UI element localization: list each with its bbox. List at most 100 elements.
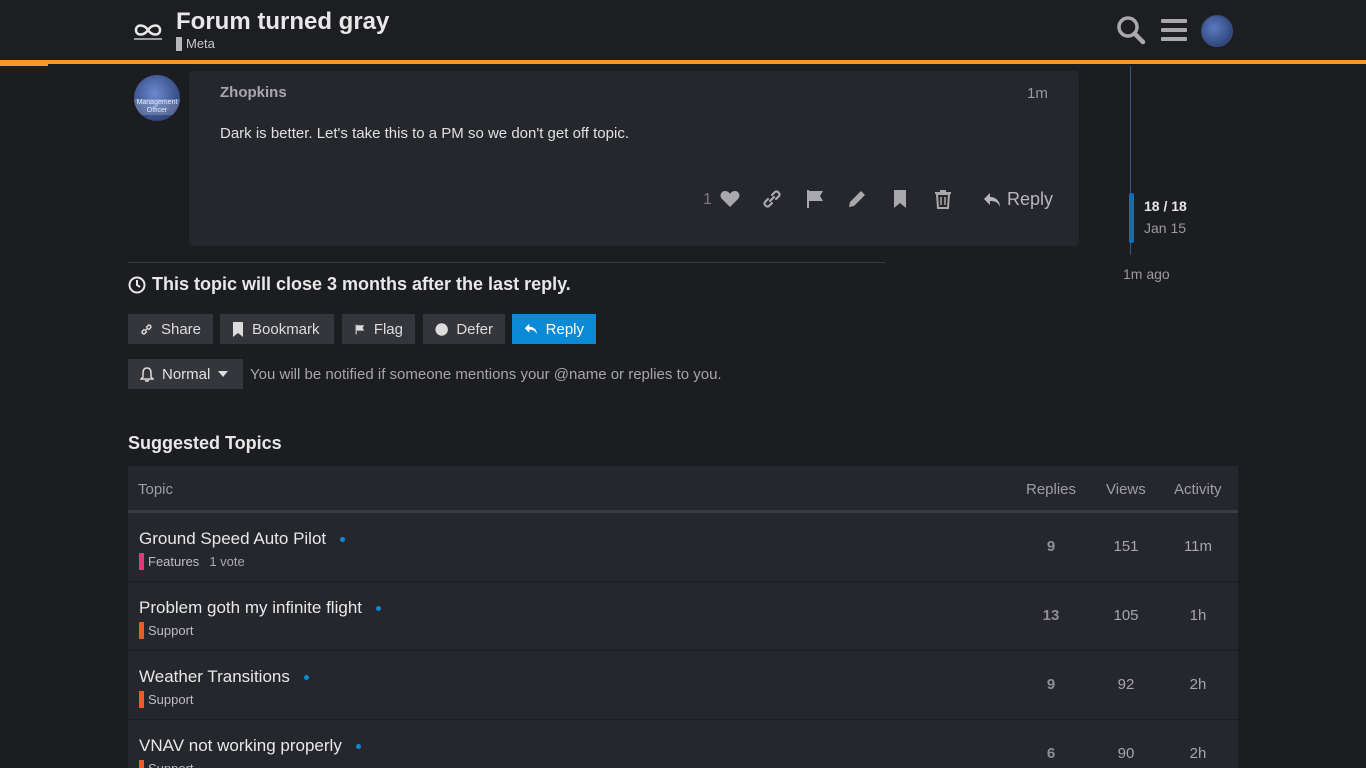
heart-icon[interactable]: [719, 188, 741, 210]
notification-level-label: Normal: [162, 365, 211, 383]
category-color-swatch: [139, 760, 144, 768]
topic-activity[interactable]: 2h: [1168, 745, 1228, 762]
column-activity: Activity: [1174, 481, 1222, 498]
column-views: Views: [1106, 481, 1146, 498]
timeline-handle[interactable]: [1129, 193, 1134, 243]
topic-activity[interactable]: 1h: [1168, 607, 1228, 624]
topic-votes: 1 vote: [209, 554, 245, 569]
unread-dot-icon: [355, 743, 361, 749]
notification-level-dropdown[interactable]: Normal: [128, 359, 243, 389]
share-button[interactable]: Share: [128, 314, 213, 344]
search-icon[interactable]: [1115, 14, 1147, 46]
header-progress-bar: [0, 60, 1366, 66]
defer-label: Defer: [456, 320, 493, 338]
topic-title[interactable]: Forum turned gray: [176, 8, 389, 36]
topic-link[interactable]: Ground Speed Auto Pilot: [139, 529, 346, 549]
notification-description: You will be notified if someone mentions…: [250, 366, 722, 383]
topic-views: 105: [1113, 607, 1139, 624]
post-card: [189, 71, 1079, 246]
category-color-swatch: [139, 691, 144, 708]
topic-link[interactable]: Weather Transitions: [139, 667, 309, 687]
table-row[interactable]: Weather Transitions Support 9 92 2h: [128, 651, 1238, 720]
topic-link[interactable]: VNAV not working properly: [139, 736, 361, 756]
bell-icon: [140, 366, 154, 382]
like-count[interactable]: 1: [703, 191, 712, 209]
clock-icon: [128, 276, 146, 293]
topic-views: 92: [1117, 676, 1135, 693]
bookmark-icon: [233, 321, 243, 337]
circle-icon: [435, 322, 448, 336]
topic-replies: 9: [1046, 676, 1056, 693]
table-row[interactable]: Problem goth my infinite flight Support …: [128, 582, 1238, 651]
topic-views: 151: [1113, 538, 1139, 555]
post-reply-button[interactable]: Reply: [983, 189, 1053, 210]
category-label: Meta: [186, 36, 215, 51]
column-replies: Replies: [1026, 481, 1077, 498]
timeline-count: 18 / 18: [1144, 198, 1187, 214]
defer-button[interactable]: Defer: [423, 314, 505, 344]
topic-category-label: Support: [148, 692, 194, 707]
category-color-swatch: [139, 553, 144, 570]
hamburger-menu-icon[interactable]: [1158, 14, 1190, 46]
timeline-date: Jan 15: [1144, 220, 1187, 236]
reply-icon: [524, 323, 537, 335]
category-color-swatch: [176, 36, 182, 51]
flag-label: Flag: [373, 320, 403, 338]
topic-category[interactable]: Support: [139, 691, 204, 708]
reply-label: Reply: [545, 320, 584, 338]
topic-close-text: This topic will close 3 months after the…: [152, 274, 571, 294]
site-logo[interactable]: [128, 12, 168, 48]
topic-category-label: Support: [148, 761, 194, 768]
topic-activity[interactable]: 2h: [1168, 676, 1228, 693]
topic-title-text: VNAV not working properly: [139, 736, 342, 755]
unread-dot-icon: [340, 536, 346, 542]
suggested-topics-table: Topic Replies Views Activity Ground Spee…: [128, 466, 1238, 768]
timeline-last-activity[interactable]: 1m ago: [1123, 266, 1170, 282]
share-label: Share: [160, 320, 201, 338]
topic-category-label: Features: [148, 554, 200, 569]
topic-close-notice: This topic will close 3 months after the…: [128, 274, 571, 295]
bookmark-icon[interactable]: [889, 188, 911, 210]
flag-button[interactable]: Flag: [342, 314, 415, 344]
flag-icon: [355, 324, 365, 334]
link-icon[interactable]: [761, 188, 783, 210]
column-topic: Topic: [138, 481, 174, 498]
divider: [128, 262, 885, 263]
topic-replies: 13: [1042, 607, 1060, 624]
post-username[interactable]: Zhopkins: [220, 84, 287, 101]
topic-views: 90: [1117, 745, 1135, 762]
topic-activity[interactable]: 11m: [1168, 538, 1228, 555]
table-header: Topic Replies Views Activity: [128, 466, 1238, 513]
topic-link[interactable]: Problem goth my infinite flight: [139, 598, 381, 618]
category-badge[interactable]: Meta: [176, 36, 215, 51]
reply-button[interactable]: Reply: [512, 314, 596, 344]
avatar-text: Management Officer: [134, 99, 180, 115]
topic-category-label: Support: [148, 623, 194, 638]
post-body: Dark is better. Let's take this to a PM …: [220, 125, 629, 142]
trash-icon[interactable]: [932, 188, 954, 210]
topic-category[interactable]: Support: [139, 622, 204, 639]
caret-down-icon: [218, 371, 229, 377]
post-avatar[interactable]: Management Officer: [134, 75, 180, 121]
suggested-topics-heading: Suggested Topics: [128, 433, 282, 453]
topic-title-text: Ground Speed Auto Pilot: [139, 529, 327, 548]
topic-title-text: Problem goth my infinite flight: [139, 598, 362, 617]
topic-category[interactable]: Features 1 vote: [139, 553, 245, 570]
link-icon: [141, 323, 152, 335]
pencil-icon[interactable]: [846, 188, 868, 210]
category-color-swatch: [139, 622, 144, 639]
table-row[interactable]: VNAV not working properly Support 6 90 2…: [128, 720, 1238, 768]
site-header: Forum turned gray Meta: [0, 0, 1366, 60]
bookmark-label: Bookmark: [252, 320, 320, 338]
table-row[interactable]: Ground Speed Auto Pilot Features 1 vote …: [128, 513, 1238, 582]
topic-replies: 9: [1046, 538, 1056, 555]
reply-icon: [984, 192, 1000, 207]
bookmark-button[interactable]: Bookmark: [220, 314, 334, 344]
topic-category[interactable]: Support: [139, 760, 204, 768]
user-avatar[interactable]: [1201, 15, 1233, 47]
topic-title-text: Weather Transitions: [139, 667, 290, 686]
flag-icon[interactable]: [804, 188, 826, 210]
post-time[interactable]: 1m: [1027, 85, 1048, 102]
unread-dot-icon: [303, 674, 309, 680]
topic-replies: 6: [1046, 745, 1056, 762]
